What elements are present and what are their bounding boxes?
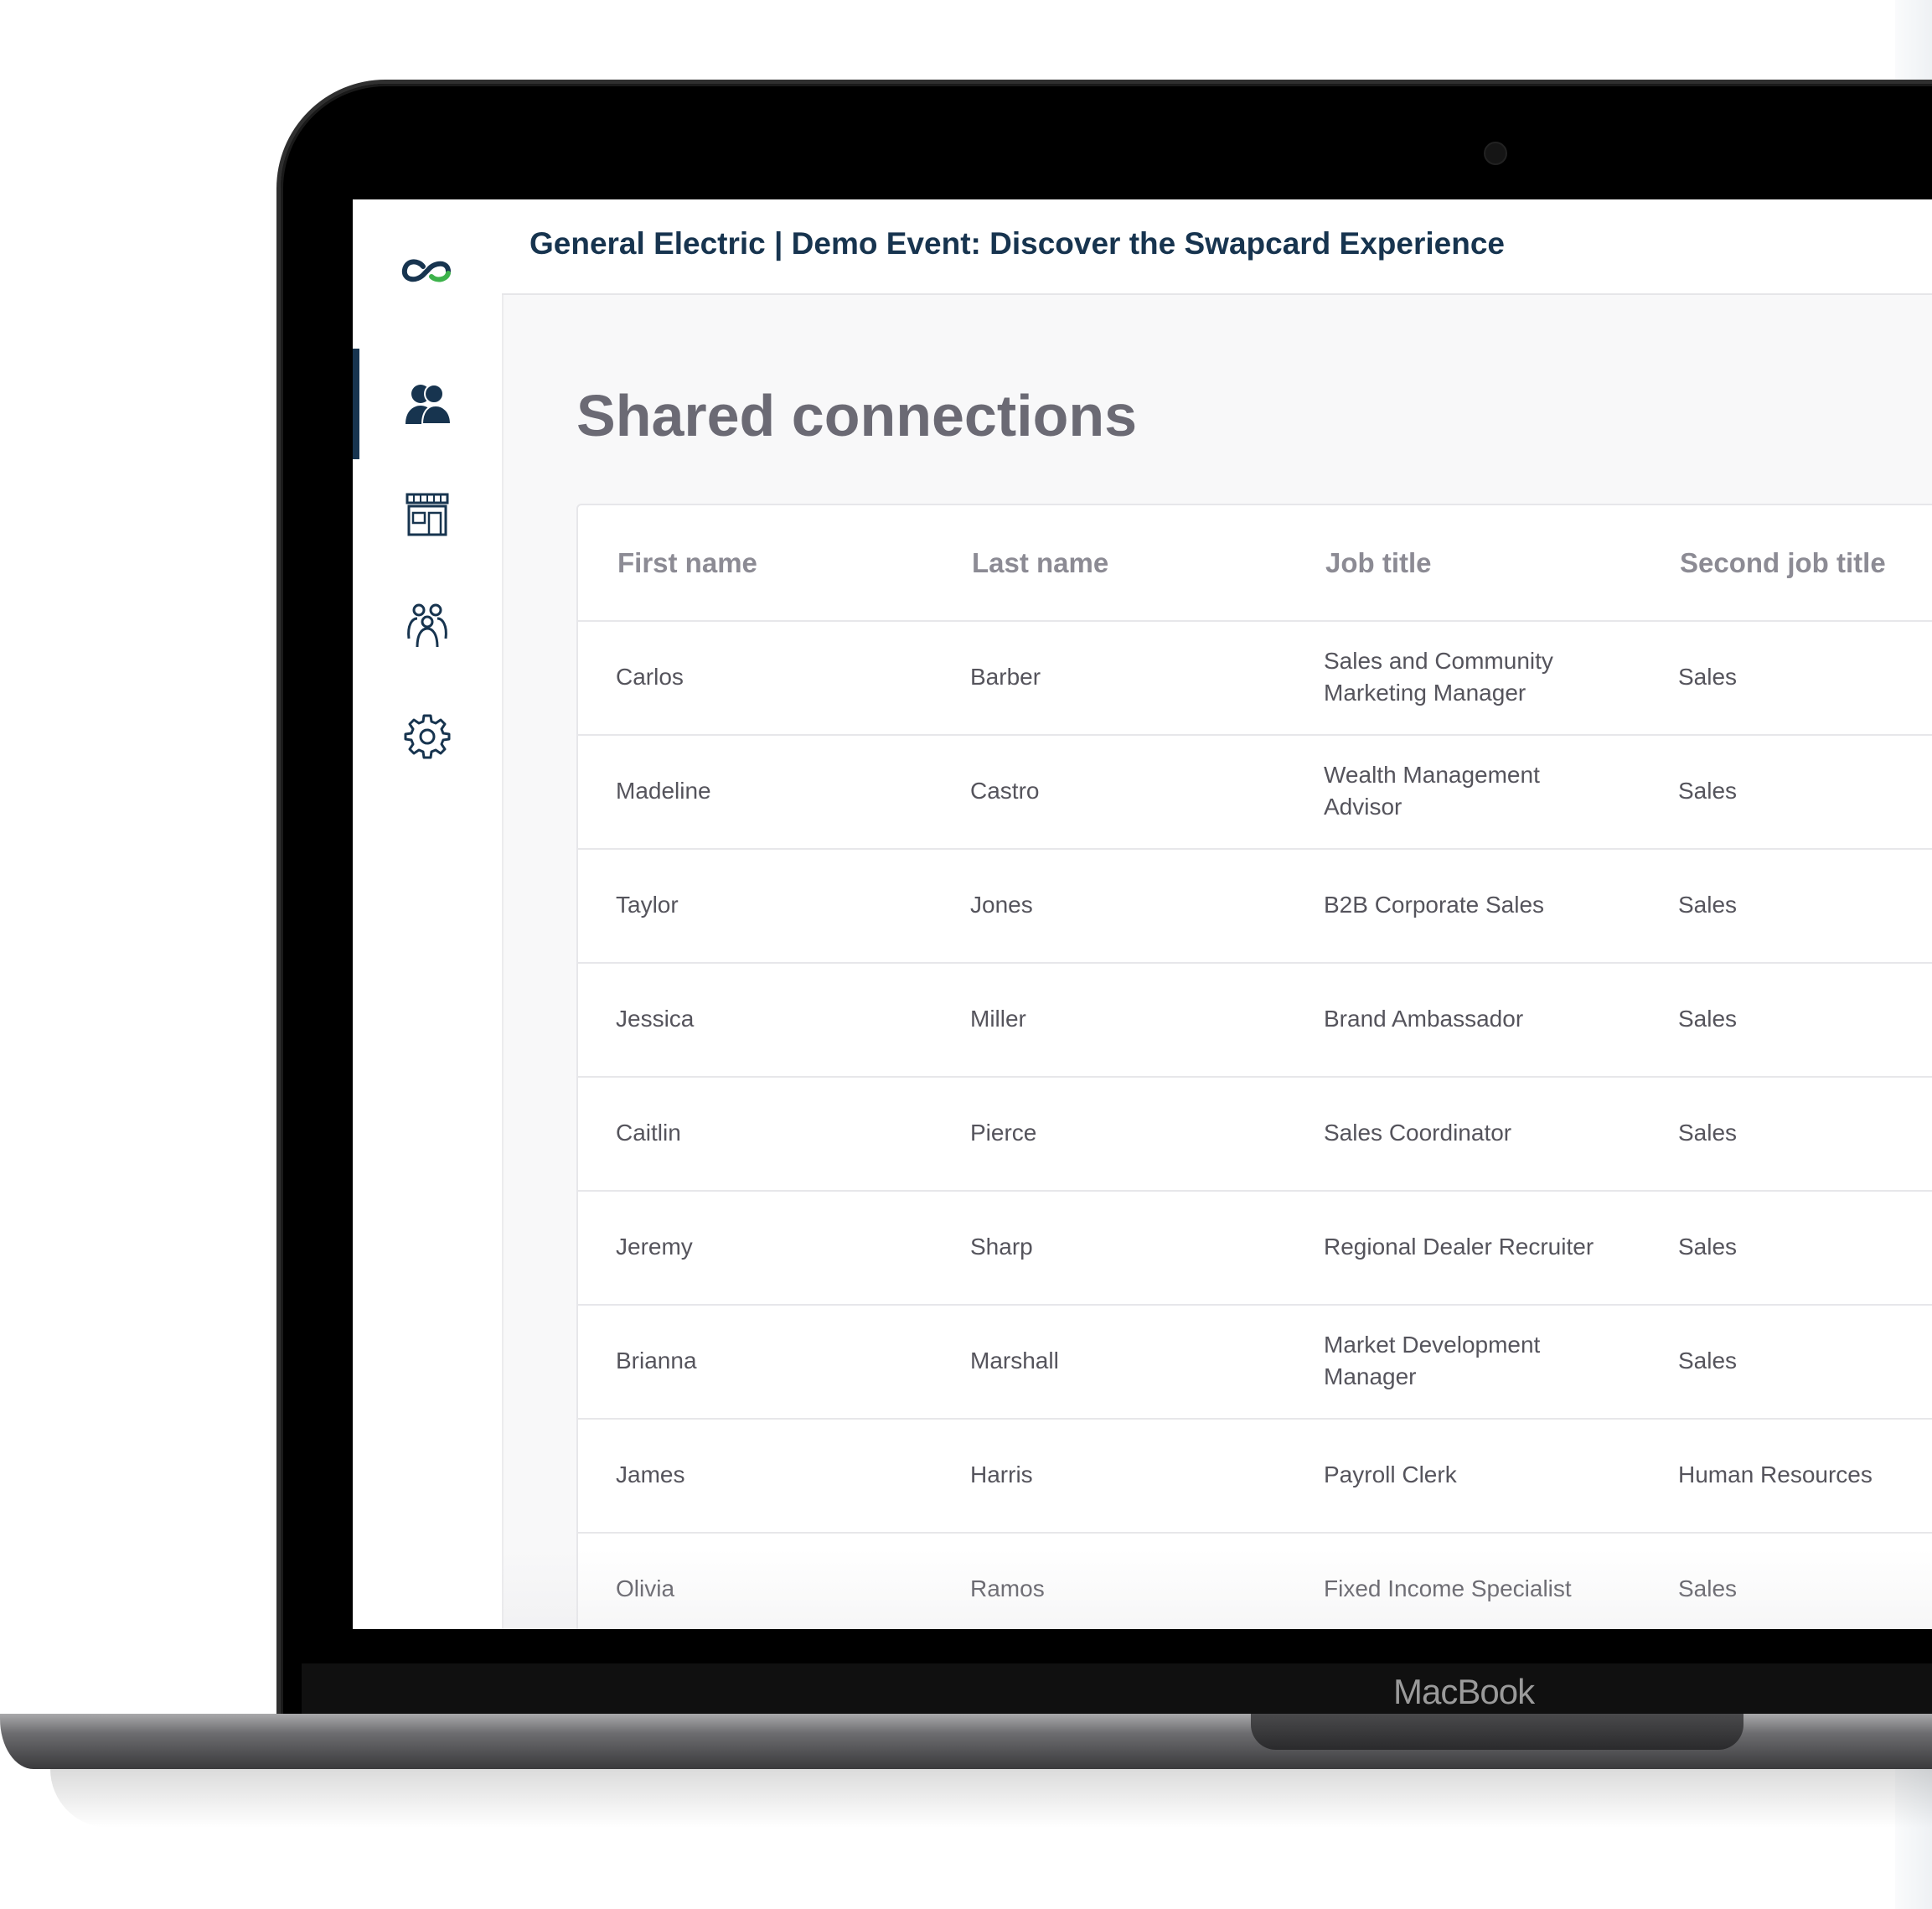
swapcard-logo-icon bbox=[401, 259, 451, 282]
laptop-notch bbox=[1251, 1714, 1743, 1750]
top-bar: General Electric | Demo Event: Discover … bbox=[502, 199, 1932, 295]
second-job-title-cell: Sales bbox=[1678, 664, 1738, 690]
event-title: General Electric | Demo Event: Discover … bbox=[529, 226, 1506, 261]
first-name-cell: Carlos bbox=[616, 664, 684, 690]
sidebar-item-settings[interactable] bbox=[353, 680, 502, 791]
last-name-cell: Barber bbox=[970, 664, 1041, 690]
storefront-icon bbox=[406, 493, 449, 536]
job-title-cell: Sales Coordinator bbox=[1324, 1120, 1512, 1146]
job-title-cell: Payroll Clerk bbox=[1324, 1461, 1457, 1487]
job-title-cell: B2B Corporate Sales bbox=[1324, 892, 1545, 918]
job-title-cell: Regional Dealer Recruiter bbox=[1324, 1234, 1594, 1260]
second-job-title-cell: Sales bbox=[1678, 1234, 1738, 1260]
camera bbox=[1484, 142, 1507, 165]
table-header: First name Last name Job title Second jo… bbox=[578, 505, 1932, 622]
job-title-cell: Wealth Management Advisor bbox=[1324, 762, 1540, 820]
table-row[interactable]: Taylor Jones B2B Corporate Sales Sales bbox=[578, 848, 1932, 964]
table-row[interactable]: Jessica Miller Brand Ambassador Sales bbox=[578, 962, 1932, 1078]
group-icon bbox=[407, 603, 447, 648]
sidebar-item-exhibitors[interactable] bbox=[353, 459, 502, 570]
sidebar-item-groups[interactable] bbox=[353, 570, 502, 680]
table-row[interactable]: Carlos Barber Sales and Community Market… bbox=[578, 620, 1932, 736]
last-name-cell: Pierce bbox=[970, 1120, 1037, 1146]
second-job-title-cell: Sales bbox=[1678, 1120, 1738, 1146]
job-title-cell: Fixed Income Specialist bbox=[1324, 1575, 1572, 1601]
last-name-cell: Harris bbox=[970, 1461, 1033, 1487]
column-header-second-job-title[interactable]: Second job title bbox=[1680, 547, 1886, 579]
second-job-title-cell: Sales bbox=[1678, 778, 1738, 804]
first-name-cell: Jeremy bbox=[616, 1234, 693, 1260]
laptop-bottom-bezel bbox=[302, 1663, 1932, 1714]
last-name-cell: Sharp bbox=[970, 1234, 1033, 1260]
first-name-cell: Caitlin bbox=[616, 1120, 681, 1146]
first-name-cell: Brianna bbox=[616, 1348, 697, 1374]
first-name-cell: James bbox=[616, 1461, 685, 1487]
table-row[interactable]: Olivia Ramos Fixed Income Specialist Sal… bbox=[578, 1532, 1932, 1629]
table-row[interactable]: Jeremy Sharp Regional Dealer Recruiter S… bbox=[578, 1190, 1932, 1306]
sidebar bbox=[353, 199, 504, 1629]
column-header-job-title[interactable]: Job title bbox=[1325, 547, 1432, 579]
table-row[interactable]: James Harris Payroll Clerk Human Resourc… bbox=[578, 1418, 1932, 1534]
last-name-cell: Jones bbox=[970, 892, 1033, 918]
table-row[interactable]: Caitlin Pierce Sales Coordinator Sales bbox=[578, 1076, 1932, 1192]
last-name-cell: Miller bbox=[970, 1006, 1026, 1032]
job-title-cell: Market Development Manager bbox=[1324, 1332, 1541, 1389]
first-name-cell: Jessica bbox=[616, 1006, 695, 1032]
first-name-cell: Olivia bbox=[616, 1575, 675, 1601]
second-job-title-cell: Sales bbox=[1678, 1575, 1738, 1601]
second-job-title-cell: Sales bbox=[1678, 1006, 1738, 1032]
first-name-cell: Taylor bbox=[616, 892, 679, 918]
people-icon bbox=[406, 384, 452, 425]
laptop-shadow bbox=[50, 1769, 1932, 1828]
last-name-cell: Marshall bbox=[970, 1348, 1059, 1374]
column-header-first-name[interactable]: First name bbox=[617, 547, 757, 579]
table-row[interactable]: Madeline Castro Wealth Management Adviso… bbox=[578, 734, 1932, 850]
gear-icon bbox=[404, 714, 451, 759]
second-job-title-cell: Sales bbox=[1678, 892, 1738, 918]
app-screen: General Electric | Demo Event: Discover … bbox=[353, 199, 1932, 1629]
connections-table: First name Last name Job title Second jo… bbox=[576, 504, 1932, 1629]
last-name-cell: Ramos bbox=[970, 1575, 1045, 1601]
column-header-last-name[interactable]: Last name bbox=[972, 547, 1108, 579]
page-title: Shared connections bbox=[576, 383, 1138, 448]
last-name-cell: Castro bbox=[970, 778, 1040, 804]
second-job-title-cell: Human Resources bbox=[1678, 1461, 1873, 1487]
second-job-title-cell: Sales bbox=[1678, 1348, 1738, 1374]
table-row[interactable]: Brianna Marshall Market Development Mana… bbox=[578, 1304, 1932, 1420]
first-name-cell: Madeline bbox=[616, 778, 711, 804]
sidebar-item-people[interactable] bbox=[353, 349, 502, 459]
job-title-cell: Sales and Community Marketing Manager bbox=[1324, 648, 1553, 706]
job-title-cell: Brand Ambassador bbox=[1324, 1006, 1524, 1032]
